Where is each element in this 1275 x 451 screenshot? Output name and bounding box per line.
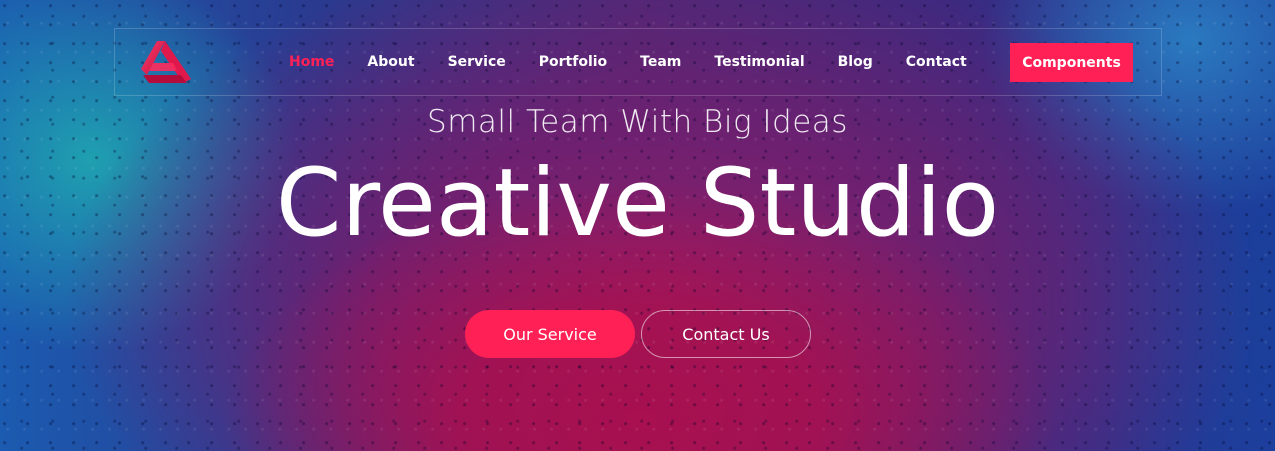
contact-us-button[interactable]: Contact Us bbox=[641, 310, 811, 358]
nav-link-home[interactable]: Home bbox=[289, 54, 334, 70]
our-service-button[interactable]: Our Service bbox=[465, 310, 635, 358]
nav-link-testimonial[interactable]: Testimonial bbox=[714, 54, 804, 70]
nav-link-service[interactable]: Service bbox=[448, 54, 506, 70]
nav-link-about[interactable]: About bbox=[367, 54, 414, 70]
nav-link-team[interactable]: Team bbox=[640, 54, 681, 70]
hero-section: Home About Service Portfolio Team Testim… bbox=[0, 0, 1275, 451]
nav-link-contact[interactable]: Contact bbox=[906, 54, 967, 70]
navbar: Home About Service Portfolio Team Testim… bbox=[114, 28, 1162, 96]
nav-link-portfolio[interactable]: Portfolio bbox=[539, 54, 607, 70]
components-button[interactable]: Components bbox=[1010, 43, 1133, 82]
hero-subtitle: Small Team With Big Ideas bbox=[427, 104, 848, 140]
triangle-logo-icon[interactable] bbox=[139, 39, 193, 85]
nav-links: Home About Service Portfolio Team Testim… bbox=[289, 29, 1000, 95]
hero-title: Creative Studio bbox=[275, 149, 1000, 258]
nav-link-blog[interactable]: Blog bbox=[838, 54, 873, 70]
